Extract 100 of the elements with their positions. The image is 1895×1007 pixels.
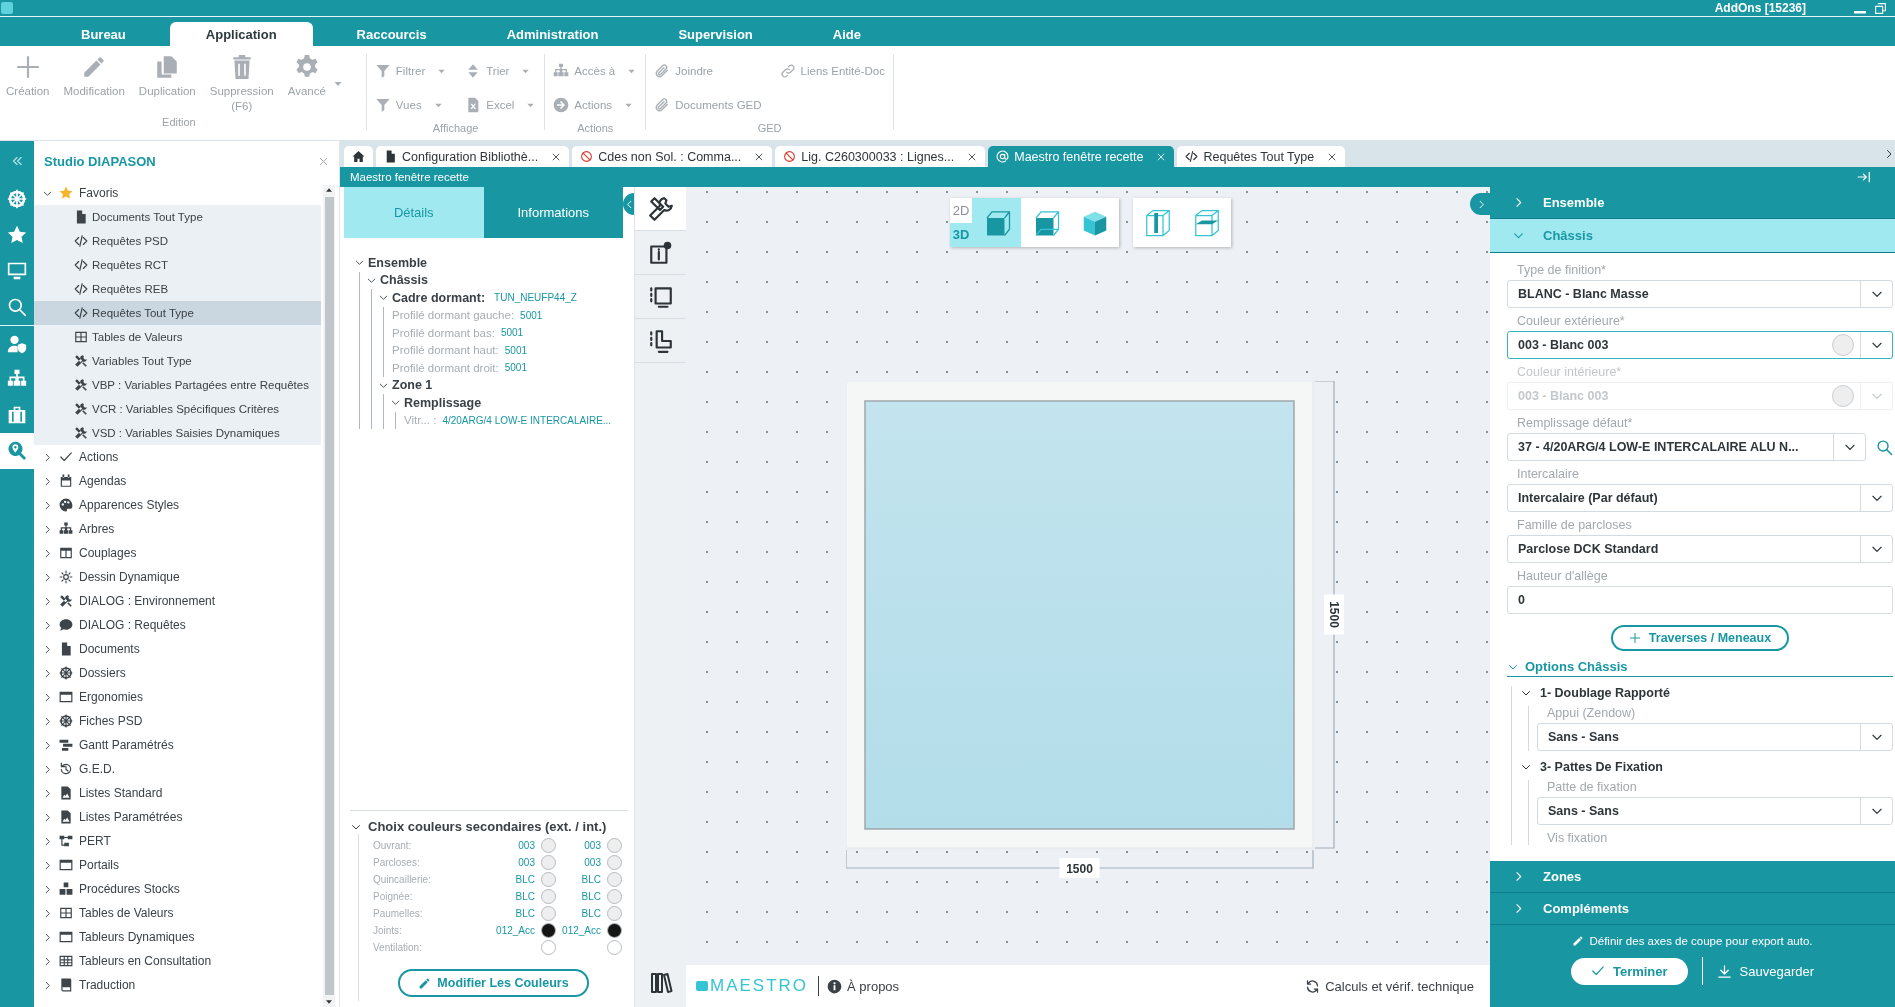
menu-tab[interactable]: Administration [470,22,635,46]
view-button[interactable] [1021,198,1070,247]
view-button[interactable] [1070,198,1119,247]
tree-leaf[interactable]: Profilé dormant droit: 5001 [390,359,634,377]
document-tab[interactable]: Lig. C260300033 : Lignes... [775,146,986,167]
tree-node[interactable]: Remplissage [390,394,634,412]
tree-item[interactable]: Variables Tout Type [34,349,321,373]
color-swatch[interactable] [606,923,622,938]
tree-node[interactable]: Ensemble [354,254,634,272]
color-swatch[interactable] [540,889,556,904]
tree-item[interactable]: Actions [34,445,321,469]
tree-item[interactable]: Procédures Stocks [34,877,321,901]
tree-item[interactable]: Traduction [34,973,321,997]
tree-item[interactable]: Agendas [34,469,321,493]
menu-tab[interactable]: Aide [796,22,897,46]
color-swatch[interactable] [606,872,622,887]
menu-tab[interactable]: Bureau [45,22,162,46]
tree-item[interactable]: Couplages [34,541,321,565]
tree-item[interactable]: Arbres [34,517,321,541]
save-button[interactable]: Sauvegarder [1702,963,1815,979]
tree-item[interactable]: VCR : Variables Spécifiques Critères [34,397,321,421]
tree-item[interactable]: Requêtes PSD [34,229,321,253]
color-swatch[interactable] [606,838,622,853]
tree-item[interactable]: Dessin Dynamique [34,565,321,589]
dropdown[interactable]: 37 - 4/20ARG/4 LOW-E INTERCALAIRE ALU N... [1507,433,1866,461]
document-tab[interactable] [344,146,373,167]
tree-item[interactable]: PERT [34,829,321,853]
tree-item[interactable]: Tables de Valeurs [34,901,321,925]
search-button[interactable] [1876,438,1893,456]
document-tab[interactable]: Cdes non Sol. : Comma... [572,146,773,167]
technical-check-link[interactable]: Calculs et vérif. technique [1305,978,1474,994]
tree-item[interactable]: Requêtes Tout Type [34,301,321,325]
dropdown[interactable]: BLANC - Blanc Masse [1507,280,1893,308]
color-swatch[interactable] [540,940,556,955]
color-swatch[interactable] [540,923,556,938]
color-swatch[interactable] [540,906,556,921]
section-view-button[interactable] [1133,198,1182,247]
tree-item[interactable]: VBP : Variables Partagées entre Requêtes [34,373,321,397]
tree-leaf[interactable]: Profilé dormant gauche: 5001 [390,306,634,324]
tree-item[interactable]: Portails [34,853,321,877]
about-link[interactable]: À propos [827,978,900,994]
menu-tab[interactable]: Raccourcis [320,22,463,46]
tree-item[interactable]: DIALOG : Requêtes [34,613,321,637]
dropdown[interactable]: Sans - Sans [1537,797,1893,825]
tree-item[interactable]: Fiches PSD [34,709,321,733]
tree-node[interactable]: Zone 1 [378,376,634,394]
group-header[interactable]: 3- Pattes De Fixation [1520,760,1893,774]
color-swatch[interactable] [606,889,622,904]
tree-item[interactable]: VSD : Variables Saisies Dynamiques [34,421,321,445]
tree-item[interactable]: Tableurs Dynamiques [34,925,321,949]
input-field[interactable]: 0 [1507,586,1893,614]
scrollbar[interactable] [323,185,335,1007]
tree-item[interactable]: Gantt Paramétrés [34,733,321,757]
document-tab[interactable]: Configuration Bibliothè... [376,146,570,167]
modify-colors-button[interactable]: Modifier Les Couleurs [398,969,589,997]
color-swatch[interactable] [606,906,622,921]
tree-item[interactable]: Listes Standard [34,781,321,805]
document-tab[interactable]: Maestro fenêtre recette [988,146,1175,167]
collapse-button[interactable] [623,193,634,215]
tree-item[interactable]: Requêtes REB [34,277,321,301]
options-header[interactable]: Options Châssis [1507,659,1893,677]
collapse-button[interactable] [1470,193,1492,215]
dropdown[interactable]: 003 - Blanc 003 [1507,331,1893,359]
tree-node[interactable]: Châssis [366,271,634,289]
color-swatch[interactable] [540,838,556,853]
tree-item[interactable]: Listes Paramétrées [34,805,321,829]
view-button[interactable] [972,198,1021,247]
tree-item[interactable]: G.E.D. [34,757,321,781]
tree-item[interactable]: Dossiers [34,661,321,685]
tree-item[interactable]: DIALOG : Environnement [34,589,321,613]
panel-tab[interactable]: Informations [483,187,623,238]
color-swatch[interactable] [540,855,556,870]
tree-item[interactable]: Requêtes RCT [34,253,321,277]
tree-leaf[interactable]: Profilé dormant bas: 5001 [390,324,634,342]
tree-leaf[interactable]: Vitr... : 4/20ARG/4 LOW-E INTERCALAIRE... [402,411,634,429]
tree-leaf[interactable]: Profilé dormant haut: 5001 [390,341,634,359]
tree-item[interactable]: Tables de Valeurs [34,325,321,349]
tree-item[interactable]: Apparences Styles [34,493,321,517]
tree-item[interactable]: Favoris [34,181,321,205]
menu-tab[interactable]: Application [169,22,313,46]
color-swatch[interactable] [606,940,622,955]
section-header[interactable]: Choix couleurs secondaires (ext. / int.) [350,819,628,834]
document-tab[interactable]: Requêtes Tout Type [1177,146,1346,167]
menu-tab[interactable]: Supervision [642,22,789,46]
export-axes-link[interactable]: Définir des axes de coupe pour export auto. [1572,935,1813,947]
finish-button[interactable]: Terminer [1570,957,1688,985]
group-header[interactable]: 1- Doublage Rapporté [1520,686,1893,700]
tree-item[interactable]: Tableurs en Consultation [34,949,321,973]
color-swatch[interactable] [606,855,622,870]
dropdown[interactable]: Parclose DCK Standard [1507,535,1893,563]
tool-button[interactable] [635,187,686,231]
traverses-button[interactable]: Traverses / Meneaux [1610,625,1790,651]
section-view-button[interactable] [1182,198,1231,247]
tree-item[interactable]: Ergonomies [34,685,321,709]
tree-item[interactable]: Documents [34,637,321,661]
dropdown[interactable]: Intercalaire (Par défaut) [1507,484,1893,512]
tree-node[interactable]: Cadre dormant: TUN_NEUFP44_Z [378,289,634,307]
color-swatch[interactable] [540,872,556,887]
tree-item[interactable]: Documents Tout Type [34,205,321,229]
dropdown[interactable]: Sans - Sans [1537,723,1893,751]
